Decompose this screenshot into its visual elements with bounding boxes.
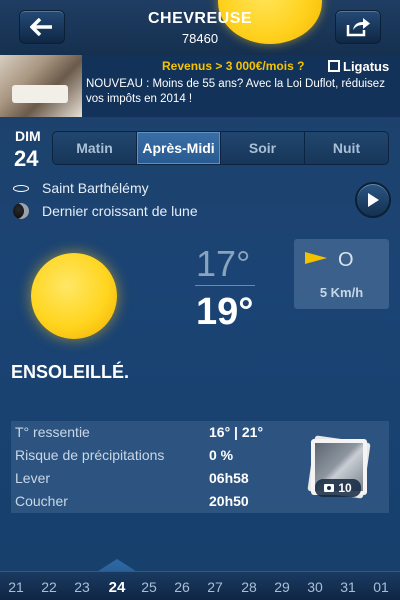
- day-number: 24: [14, 146, 39, 171]
- detail-row-precipitation: Risque de précipitations 0 %: [11, 444, 301, 466]
- day-name: DIM: [15, 128, 41, 144]
- wind-direction: O: [338, 249, 354, 271]
- date-item[interactable]: 28: [234, 579, 264, 595]
- tab-nuit[interactable]: Nuit: [305, 132, 388, 164]
- detail-label: Risque de précipitations: [15, 447, 165, 463]
- share-button[interactable]: [335, 10, 381, 44]
- date-item[interactable]: 30: [300, 579, 330, 595]
- date-item[interactable]: 21: [1, 579, 31, 595]
- temperature-divider: [195, 285, 255, 286]
- tab-apres-midi[interactable]: Après-Midi: [137, 132, 221, 164]
- sunny-weather-icon: [31, 253, 117, 339]
- moon-icon: [13, 203, 29, 219]
- detail-row-sunrise: Lever 06h58: [11, 467, 301, 489]
- temperature-max: 19°: [196, 291, 254, 333]
- detail-row-sunset: Coucher 20h50: [11, 490, 301, 512]
- ad-text: NOUVEAU : Moins de 55 ans? Avec la Loi D…: [86, 78, 385, 105]
- temperature-min: 17°: [196, 243, 251, 284]
- camera-icon: [324, 484, 335, 492]
- app-header: CHEVREUSE 78460: [0, 0, 400, 55]
- date-item[interactable]: 29: [267, 579, 297, 595]
- halo-icon: [13, 184, 29, 192]
- detail-row-feels-like: T° ressentie 16° | 21°: [11, 421, 301, 443]
- photo-count: 10: [338, 481, 352, 495]
- date-item-selected[interactable]: 24: [102, 579, 132, 596]
- moon-phase: Dernier croissant de lune: [13, 203, 198, 219]
- date-item[interactable]: 01: [366, 579, 396, 595]
- wind-arrow-icon: [305, 252, 327, 264]
- weather-details: T° ressentie 16° | 21° Risque de précipi…: [11, 421, 389, 513]
- wind-panel: O 5 Km/h: [294, 239, 389, 309]
- ad-title: Revenus > 3 000€/mois ?: [162, 59, 305, 73]
- moon-phase-label: Dernier croissant de lune: [42, 203, 198, 219]
- detail-label: Coucher: [15, 493, 68, 509]
- date-item[interactable]: 23: [67, 579, 97, 595]
- wind-speed: 5 Km/h: [319, 285, 364, 300]
- detail-value: 20h50: [209, 493, 249, 509]
- date-item[interactable]: 25: [134, 579, 164, 595]
- detail-value: 06h58: [209, 470, 249, 486]
- ligatus-logo-icon: [328, 60, 340, 72]
- detail-label: Lever: [15, 470, 51, 486]
- date-item[interactable]: 22: [34, 579, 64, 595]
- ad-logo-text: Ligatus: [343, 58, 390, 74]
- date-item[interactable]: 26: [167, 579, 197, 595]
- ad-logo: Ligatus: [328, 57, 400, 75]
- photo-count-badge: 10: [315, 479, 361, 497]
- detail-value: 0 %: [209, 447, 234, 463]
- saint-of-day: Saint Barthélémy: [13, 180, 149, 196]
- play-icon: [368, 193, 379, 207]
- ad-thumbnail: [0, 55, 82, 117]
- date-item[interactable]: 27: [200, 579, 230, 595]
- tab-soir[interactable]: Soir: [221, 132, 305, 164]
- ad-banner[interactable]: Revenus > 3 000€/mois ? Ligatus NOUVEAU …: [0, 55, 400, 117]
- photo-gallery-button[interactable]: 10: [307, 435, 371, 499]
- share-icon: [346, 18, 370, 37]
- detail-label: T° ressentie: [15, 424, 90, 440]
- date-strip: 21 22 23 24 25 26 27 28 29 30 31 01: [0, 571, 400, 600]
- date-item[interactable]: 31: [333, 579, 363, 595]
- weather-condition: ENSOLEILLÉ.: [11, 362, 130, 382]
- time-of-day-tabs: Matin Après-Midi Soir Nuit: [52, 131, 389, 165]
- play-button[interactable]: [355, 182, 391, 218]
- tab-matin[interactable]: Matin: [53, 132, 137, 164]
- detail-value: 16° | 21°: [209, 424, 264, 440]
- saint-name: Saint Barthélémy: [42, 180, 149, 196]
